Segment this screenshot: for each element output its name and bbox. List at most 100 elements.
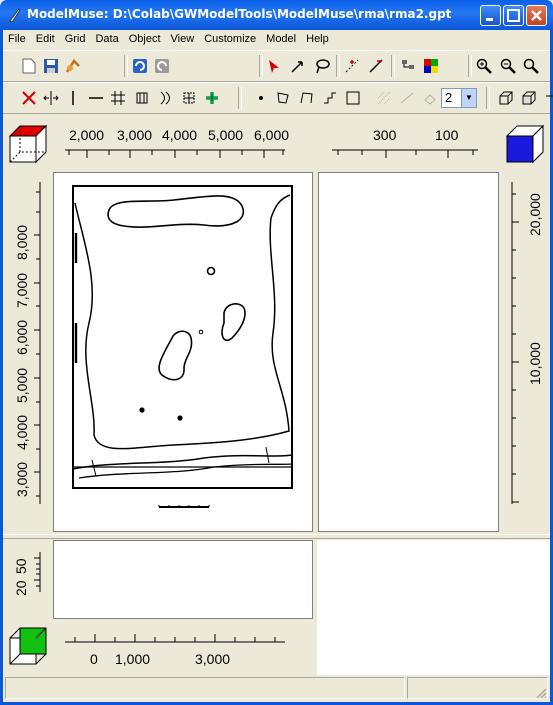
toolbar-separator: [259, 55, 263, 77]
select-point-icon[interactable]: [289, 57, 307, 75]
layer-select-value: 2: [445, 90, 453, 105]
y-tick-label: 3,000: [14, 462, 30, 497]
front-view-x-ruler: 0 1,000 3,000: [65, 634, 285, 667]
toolbar-grid: 2 ▼: [3, 82, 553, 114]
lasso-icon[interactable]: [313, 57, 331, 75]
cube-view-icon[interactable]: [497, 89, 515, 107]
river-line-2: [78, 463, 293, 479]
dotted-line-icon[interactable]: [398, 89, 416, 107]
x-tick-label: 3,000: [195, 651, 230, 667]
z-tick-label: 10,000: [527, 342, 543, 385]
polygon-object-icon[interactable]: [274, 89, 292, 107]
top-view-x-ruler: 2,000 3,000 4,000 5,000 6,000: [65, 127, 289, 158]
title-bar: ModelMuse: D:\Colab\GWModelTools\ModelMu…: [0, 0, 553, 30]
dotted-grid-icon[interactable]: [375, 89, 393, 107]
rectangle-object-icon[interactable]: [344, 89, 362, 107]
menu-file[interactable]: File: [3, 30, 31, 45]
menu-view[interactable]: View: [166, 30, 200, 45]
side-view-canvas[interactable]: [318, 172, 499, 532]
menu-data[interactable]: Data: [90, 30, 123, 45]
menu-edit[interactable]: Edit: [31, 30, 60, 45]
menu-bar: File Edit Grid Data Object View Customize Model…: [3, 30, 550, 49]
x-tick-label: 4,000: [162, 127, 197, 143]
z-tick-label: 20,000: [527, 193, 543, 236]
window-title: ModelMuse: D:\Colab\GWModelTools\ModelMu…: [27, 7, 452, 21]
toolbar-separator: [468, 55, 472, 77]
toolbar-separator: [391, 55, 395, 77]
zoom-icon[interactable]: [522, 57, 540, 75]
menu-grid[interactable]: Grid: [60, 30, 91, 45]
front-view-cube-icon[interactable]: [4, 622, 50, 670]
zoom-out-icon[interactable]: [499, 57, 517, 75]
x-tick-label: 0: [90, 651, 98, 667]
menu-model[interactable]: Model: [261, 30, 301, 45]
polyline-object-icon[interactable]: [298, 89, 316, 107]
well-point: [139, 407, 145, 413]
side-tick-label: 300: [373, 127, 397, 143]
front-view-canvas[interactable]: [53, 540, 313, 619]
toolbar-file: [3, 50, 550, 82]
status-cell-main: [5, 677, 405, 699]
select-arrow-icon[interactable]: [265, 57, 283, 75]
layer-select[interactable]: 2 ▼: [441, 88, 477, 108]
redo-icon[interactable]: [153, 57, 171, 75]
cube-view-3-icon[interactable]: [540, 89, 553, 107]
view-splitter[interactable]: [3, 534, 550, 539]
save-icon[interactable]: [42, 57, 60, 75]
delete-x-icon[interactable]: [20, 89, 38, 107]
point-object-icon[interactable]: [252, 89, 270, 107]
delete-segment-icon[interactable]: [367, 57, 385, 75]
model-boundary: [72, 185, 293, 489]
menu-help[interactable]: Help: [301, 30, 334, 45]
window-border-left: [0, 30, 3, 705]
toolbar-separator: [336, 55, 340, 77]
toolbar-separator: [486, 87, 490, 109]
top-view-y-ruler: 8,000 7,000 6,000 5,000 4,000 3,000: [14, 182, 41, 504]
cube-view-2-icon[interactable]: [520, 89, 538, 107]
undo-icon[interactable]: [131, 57, 149, 75]
model-map: [72, 185, 293, 508]
status-bar: [3, 675, 550, 702]
menu-customize[interactable]: Customize: [199, 30, 261, 45]
add-plus-icon[interactable]: [203, 89, 221, 107]
side-tick-label: 100: [435, 127, 459, 143]
move-column-icon[interactable]: [42, 89, 60, 107]
side-view-cube-icon[interactable]: [501, 120, 547, 168]
top-view-canvas[interactable]: [53, 172, 313, 532]
grid-box-icon[interactable]: [133, 89, 151, 107]
polygon-feature: [221, 303, 246, 342]
z-tick-label: 20: [13, 580, 29, 596]
menu-object[interactable]: Object: [124, 30, 166, 45]
add-row-icon[interactable]: [87, 89, 105, 107]
resize-grip-icon[interactable]: [535, 687, 547, 699]
new-file-icon[interactable]: [20, 57, 38, 75]
color-grid-icon[interactable]: [422, 57, 440, 75]
well-circle: [206, 266, 216, 276]
step-line-icon[interactable]: [321, 89, 339, 107]
dotted-shape-icon[interactable]: [421, 89, 439, 107]
top-view-cube-icon[interactable]: [4, 120, 50, 168]
zoom-in-icon[interactable]: [475, 57, 493, 75]
grid-icon[interactable]: [109, 89, 127, 107]
grid-smooth-icon[interactable]: [157, 89, 175, 107]
import-icon[interactable]: [64, 57, 82, 75]
well-point: [198, 329, 204, 335]
y-tick-label: 5,000: [14, 368, 30, 403]
add-column-icon[interactable]: [64, 89, 82, 107]
hierarchy-icon[interactable]: [399, 57, 417, 75]
3d-view-canvas[interactable]: [317, 540, 550, 675]
side-view-y-ruler: 20,000 10,000: [511, 182, 543, 504]
grid-generate-icon[interactable]: [180, 89, 198, 107]
chevron-down-icon[interactable]: ▼: [461, 89, 476, 107]
status-cell-secondary: [407, 677, 548, 699]
minimize-button[interactable]: [480, 5, 501, 26]
side-view-top-ruler: 300 100: [332, 127, 478, 158]
maximize-button[interactable]: [503, 5, 524, 26]
x-tick-label: 3,000: [117, 127, 152, 143]
add-vertex-icon[interactable]: [343, 57, 361, 75]
z-tick-label: 50: [13, 558, 29, 574]
front-view-z-ruler: 20 50: [13, 552, 41, 596]
x-tick-label: 6,000: [254, 127, 289, 143]
y-tick-label: 8,000: [14, 225, 30, 260]
close-button[interactable]: [526, 5, 547, 26]
